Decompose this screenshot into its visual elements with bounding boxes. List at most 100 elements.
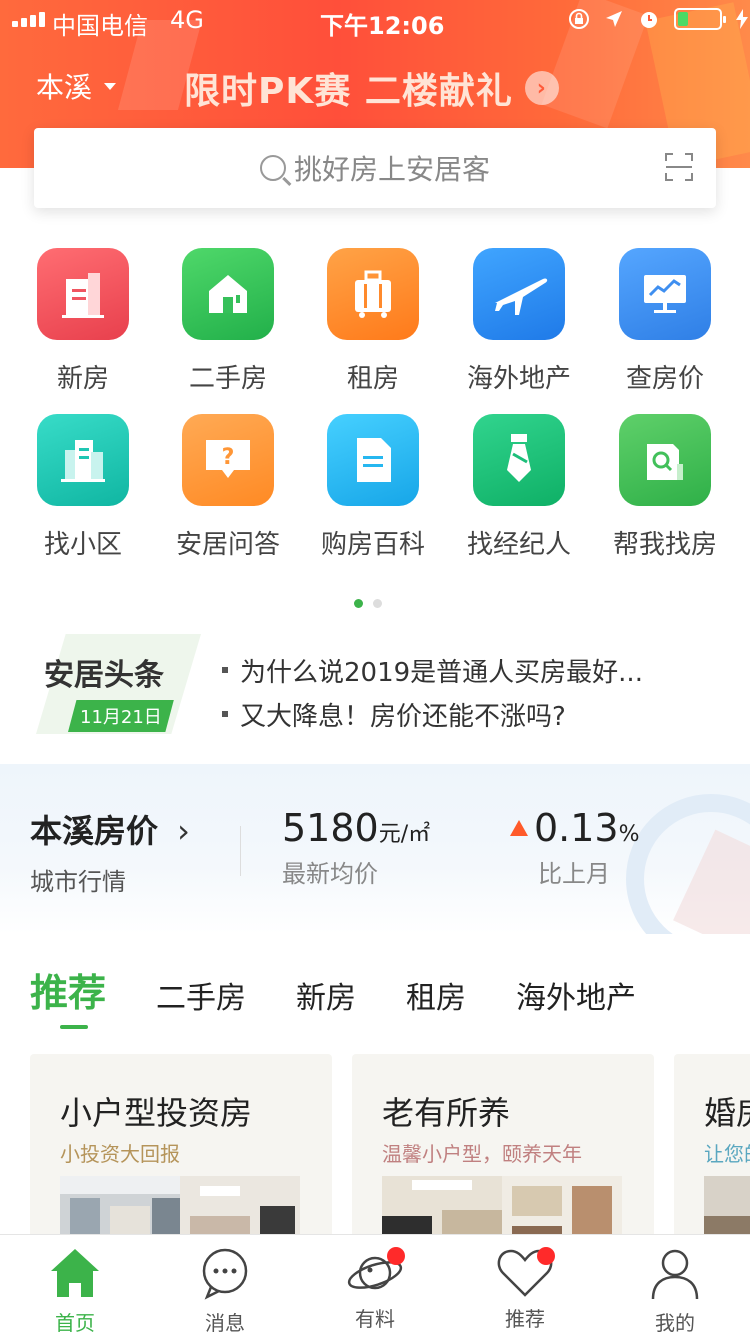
card-subtitle: 让您的 [704, 1142, 750, 1166]
card-title: 小户型投资房 [60, 1094, 253, 1132]
tab-overseas[interactable]: 海外地产 [516, 973, 636, 1017]
question-bubble-icon: ? [182, 414, 274, 506]
topic-card[interactable]: 婚房 让您的 [674, 1054, 750, 1244]
promo-title: 限时PK赛 二楼献礼 [184, 71, 513, 112]
category-tabs: 推荐 二手房 新房 租房 海外地产 [30, 962, 636, 1029]
nav-label: 我的 [655, 1311, 695, 1334]
network-label: 4G [170, 6, 204, 34]
nav-home[interactable]: 首页 [0, 1245, 150, 1334]
headlines-date: 11月21日 [68, 700, 174, 732]
user-icon [651, 1249, 699, 1300]
battery-icon [674, 8, 726, 30]
nav-label: 推荐 [505, 1307, 545, 1331]
notification-badge [387, 1247, 405, 1265]
city-price-title[interactable]: 本溪房价 › [30, 806, 190, 852]
nav-messages[interactable]: 消息 [150, 1245, 300, 1334]
svg-text:?: ? [222, 445, 235, 470]
recommend-cards: 小户型投资房 小投资大回报 老有所养 温馨小户型，颐养天年 婚房 让您的 [30, 1054, 750, 1244]
card-title: 婚房 [704, 1094, 750, 1132]
caret-down-icon [104, 82, 117, 90]
nav-profile[interactable]: 我的 [600, 1245, 750, 1334]
city-price-panel[interactable]: 本溪房价 › 城市行情 5180元/㎡ 最新均价 0.13% 比上月 [0, 764, 750, 934]
card-title: 老有所养 [382, 1094, 511, 1132]
suitcase-icon [327, 248, 419, 340]
card-subtitle: 温馨小户型，颐养天年 [382, 1142, 582, 1166]
city-label: 本溪 [36, 71, 93, 104]
charging-icon [736, 9, 748, 29]
status-icons [568, 8, 748, 30]
grid-item-label: 找小区 [43, 530, 122, 560]
average-price-label: 最新均价 [282, 860, 378, 888]
average-price: 5180元/㎡ [282, 806, 430, 850]
price-change-value: 0.13 [534, 806, 619, 850]
headline-item[interactable]: 又大降息！房价还能不涨吗? [222, 692, 643, 736]
grid-item-check-price[interactable]: 查房价 [592, 248, 738, 395]
nav-icon-wrap [345, 1245, 405, 1301]
grid-item-label: 帮我找房 [612, 530, 717, 560]
search-placeholder: 挑好房上安居客 [293, 153, 490, 186]
headlines-logo[interactable]: 安居头条 11月21日 [36, 634, 201, 734]
page-dot [373, 599, 382, 608]
orientation-lock-icon [569, 9, 589, 29]
grid-item-encyclopedia[interactable]: 购房百科 [300, 414, 446, 561]
city-selector[interactable]: 本溪 [36, 66, 117, 106]
nav-feed[interactable]: 有料 [300, 1245, 450, 1332]
grid-item-find-agent[interactable]: 找经纪人 [446, 414, 592, 561]
divider [240, 826, 241, 876]
price-change: 0.13% [510, 806, 640, 850]
clock: 下午12:06 [320, 12, 445, 40]
topic-card[interactable]: 小户型投资房 小投资大回报 [30, 1054, 332, 1244]
building-icon [37, 248, 129, 340]
tab-rent[interactable]: 租房 [406, 973, 466, 1017]
chevron-right-icon: › [177, 812, 190, 850]
page-dot-active [354, 599, 363, 608]
average-price-value: 5180 [282, 806, 379, 850]
grid-item-label: 二手房 [188, 364, 267, 394]
price-change-label: 比上月 [538, 860, 610, 888]
scan-icon[interactable] [664, 152, 694, 182]
city-price-title-text: 本溪房价 [30, 812, 159, 850]
grid-item-qa[interactable]: ? 安居问答 [155, 414, 301, 561]
tie-icon [473, 414, 565, 506]
grid-item-help-find[interactable]: 帮我找房 [592, 414, 738, 561]
grid-item-rent[interactable]: 租房 [300, 248, 446, 395]
chevron-right-icon: › [524, 71, 559, 105]
message-icon [202, 1248, 248, 1300]
city-market-label: 城市行情 [30, 868, 126, 896]
location-icon [606, 11, 622, 27]
bottom-nav: 首页 消息 有料 推荐 我的 [0, 1234, 750, 1334]
alarm-icon [641, 12, 657, 28]
grid-item-label: 查房价 [625, 364, 704, 394]
tab-new-house[interactable]: 新房 [296, 973, 356, 1017]
signal-icon [12, 12, 45, 27]
grid-item-second-hand[interactable]: 二手房 [155, 248, 301, 395]
arrow-up-icon [510, 820, 528, 836]
document-icon [327, 414, 419, 506]
chart-board-icon [619, 248, 711, 340]
tab-recommend[interactable]: 推荐 [30, 962, 106, 1029]
nav-label: 有料 [355, 1307, 395, 1331]
grid-item-overseas[interactable]: 海外地产 [446, 248, 592, 395]
grid-item-new-house[interactable]: 新房 [10, 248, 156, 395]
nav-recommend[interactable]: 推荐 [450, 1245, 600, 1332]
card-subtitle: 小投资大回报 [60, 1142, 180, 1166]
home-icon [51, 1249, 99, 1297]
buildings-icon [37, 414, 129, 506]
grid-item-label: 购房百科 [320, 530, 425, 560]
promo-banner[interactable]: 限时PK赛 二楼献礼 › [184, 62, 559, 114]
notification-badge [537, 1247, 555, 1265]
average-price-unit: 元/㎡ [378, 822, 431, 847]
search-bar[interactable]: 挑好房上安居客 [34, 128, 716, 208]
topic-card[interactable]: 老有所养 温馨小户型，颐养天年 [352, 1054, 654, 1244]
carrier-label: 中国电信 [52, 12, 148, 40]
headlines-logo-text: 安居头条 [44, 658, 164, 693]
search-icon [259, 155, 286, 181]
house-search-icon [619, 414, 711, 506]
headline-item[interactable]: 为什么说2019是普通人买房最好... [222, 648, 643, 692]
grid-item-label: 找经纪人 [466, 530, 571, 560]
page-indicator [354, 599, 382, 608]
tab-second-hand[interactable]: 二手房 [156, 973, 246, 1017]
grid-item-find-community[interactable]: 找小区 [10, 414, 156, 561]
price-change-unit: % [618, 822, 640, 847]
status-bar: 中国电信 4G 下午12:06 [0, 0, 750, 40]
